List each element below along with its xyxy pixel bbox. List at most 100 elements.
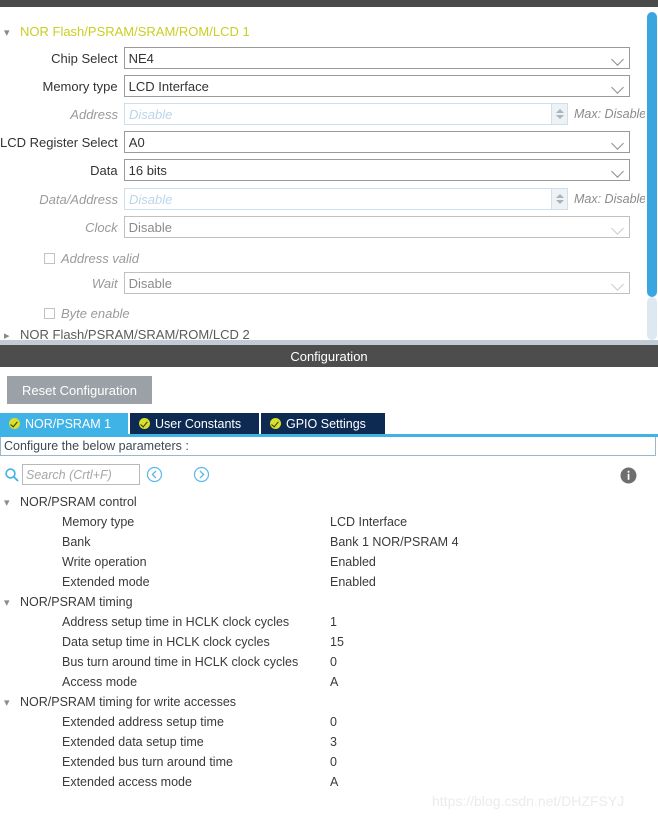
tab-label: GPIO Settings — [286, 416, 366, 431]
tree-row-key: Extended mode — [62, 575, 150, 589]
top-chrome-strip — [0, 0, 658, 7]
reset-configuration-label: Reset Configuration — [22, 382, 137, 398]
tree-row[interactable]: Memory type LCD Interface — [0, 515, 658, 535]
field-row-wait: Wait Disable — [0, 272, 630, 294]
check-circle-icon — [270, 418, 281, 429]
field-row-clock: Clock Disable — [0, 216, 630, 238]
configuration-title: Configuration — [290, 348, 368, 364]
scrollbar-thumb[interactable] — [647, 12, 657, 297]
chevron-right-icon: ▸ — [4, 330, 10, 340]
group-header-nor-flash-lcd-2[interactable]: ▸ NOR Flash/PSRAM/SRAM/ROM/LCD 2 — [4, 327, 250, 340]
tree-row-value: 0 — [330, 715, 337, 729]
chevron-down-icon: ▾ — [4, 497, 10, 509]
check-circle-icon — [9, 418, 20, 429]
configure-parameters-strip: Configure the below parameters : — [0, 437, 656, 456]
tree-row[interactable]: Access mode A — [0, 675, 658, 695]
caret-up-icon — [555, 109, 564, 113]
tree-row-key: Extended data setup time — [62, 735, 204, 749]
lcd-register-select-value: A0 — [128, 134, 145, 150]
data-address-input[interactable]: Disable — [124, 188, 552, 210]
memory-type-dropdown[interactable]: LCD Interface — [123, 75, 630, 97]
tree-row-key: Extended bus turn around time — [62, 755, 233, 769]
tree-row[interactable]: Bank Bank 1 NOR/PSRAM 4 — [0, 535, 658, 555]
tree-row[interactable]: Extended mode Enabled — [0, 575, 658, 595]
search-input[interactable]: Search (Crtl+F) — [22, 464, 140, 485]
tree-row-value: 1 — [330, 615, 337, 629]
clock-value: Disable — [128, 219, 172, 235]
data-dropdown[interactable]: 16 bits — [123, 159, 630, 181]
scrollbar-track-lower[interactable] — [647, 297, 657, 340]
tree-row[interactable]: Extended address setup time 0 — [0, 715, 658, 735]
lcd-register-select-dropdown[interactable]: A0 — [123, 131, 630, 153]
tree-row-value: Bank 1 NOR/PSRAM 4 — [330, 535, 459, 549]
address-stepper[interactable] — [552, 103, 568, 125]
data-label: Data — [90, 162, 118, 178]
address-valid-checkbox[interactable] — [44, 252, 55, 264]
configuration-title-bar: Configuration — [0, 345, 658, 367]
wait-label: Wait — [91, 275, 118, 291]
field-row-lcd-register-select: LCD Register Select A0 — [0, 131, 630, 153]
caret-up-icon — [555, 194, 564, 198]
data-address-placeholder: Disable — [129, 191, 173, 207]
field-row-data: Data 16 bits — [0, 159, 630, 181]
address-valid-label: Address valid — [61, 250, 140, 266]
tab-nor-psram-1[interactable]: NOR/PSRAM 1 — [0, 413, 128, 434]
reset-configuration-button[interactable]: Reset Configuration — [7, 376, 152, 404]
memory-type-value: LCD Interface — [128, 78, 209, 94]
tree-row[interactable]: Bus turn around time in HCLK clock cycle… — [0, 655, 658, 675]
tree-group-nor-psram-timing-write[interactable]: ▾ NOR/PSRAM timing for write accesses — [4, 695, 236, 709]
chevron-down-icon — [611, 53, 624, 66]
field-row-address-valid[interactable]: Address valid — [44, 247, 139, 269]
tree-row-value: Enabled — [330, 555, 376, 569]
address-label: Address — [70, 106, 118, 122]
tree-row[interactable]: Data setup time in HCLK clock cycles 15 — [0, 635, 658, 655]
chevron-down-icon — [611, 222, 624, 235]
chevron-left-circle-icon[interactable] — [146, 466, 163, 483]
app-root: ▾ NOR Flash/PSRAM/SRAM/ROM/LCD 1 Chip Sel… — [0, 0, 658, 820]
tab-label: NOR/PSRAM 1 — [25, 416, 112, 431]
field-row-byte-enable[interactable]: Byte enable — [44, 302, 130, 324]
tab-user-constants[interactable]: User Constants — [130, 413, 259, 434]
data-address-stepper[interactable] — [552, 188, 568, 210]
chip-select-label: Chip Select — [51, 50, 118, 66]
tree-row-value: 3 — [330, 735, 337, 749]
tree-row-key: Memory type — [62, 515, 135, 529]
tree-row-key: Access mode — [62, 675, 138, 689]
data-address-label: Data/Address — [39, 191, 118, 207]
chevron-down-icon: ▾ — [4, 27, 10, 39]
clock-dropdown[interactable]: Disable — [123, 216, 630, 238]
chevron-down-icon: ▾ — [4, 697, 10, 709]
tree-row[interactable]: Extended bus turn around time 0 — [0, 755, 658, 775]
tree-group-nor-psram-control[interactable]: ▾ NOR/PSRAM control — [4, 495, 137, 509]
vertical-scrollbar[interactable] — [645, 7, 658, 340]
chevron-down-icon — [611, 137, 624, 150]
info-circle-icon[interactable] — [620, 467, 637, 484]
group-header-nor-flash-lcd-1[interactable]: ▾ NOR Flash/PSRAM/SRAM/ROM/LCD 1 — [4, 24, 250, 39]
watermark: https://blog.csdn.net/DHZFSYJ — [432, 793, 625, 809]
tree-group-nor-psram-timing[interactable]: ▾ NOR/PSRAM timing — [4, 595, 133, 609]
tree-row-value: A — [330, 675, 339, 689]
chip-select-value: NE4 — [128, 50, 154, 66]
byte-enable-checkbox[interactable] — [44, 307, 55, 319]
group-header-label: NOR Flash/PSRAM/SRAM/ROM/LCD 2 — [20, 327, 250, 340]
tree-row-key: Write operation — [62, 555, 147, 569]
tree-row-key: Data setup time in HCLK clock cycles — [62, 635, 270, 649]
chevron-right-circle-icon[interactable] — [193, 466, 210, 483]
tree-row[interactable]: Extended data setup time 3 — [0, 735, 658, 755]
tree-row-value: A — [330, 775, 339, 789]
group-header-label: NOR Flash/PSRAM/SRAM/ROM/LCD 1 — [20, 24, 250, 39]
chip-select-dropdown[interactable]: NE4 — [123, 47, 630, 69]
address-placeholder: Disable — [129, 106, 173, 122]
wait-dropdown[interactable]: Disable — [123, 272, 630, 294]
wait-value: Disable — [128, 275, 172, 291]
tree-row-key: Extended access mode — [62, 775, 192, 789]
tree-group-label: NOR/PSRAM control — [20, 495, 137, 509]
tree-row[interactable]: Write operation Enabled — [0, 555, 658, 575]
tree-row[interactable]: Extended access mode A — [0, 775, 658, 795]
tree-row[interactable]: Address setup time in HCLK clock cycles … — [0, 615, 658, 635]
address-input[interactable]: Disable — [124, 103, 552, 125]
byte-enable-label: Byte enable — [61, 305, 130, 321]
tab-gpio-settings[interactable]: GPIO Settings — [261, 413, 385, 434]
check-circle-icon — [139, 418, 150, 429]
chevron-down-icon: ▾ — [4, 597, 10, 609]
